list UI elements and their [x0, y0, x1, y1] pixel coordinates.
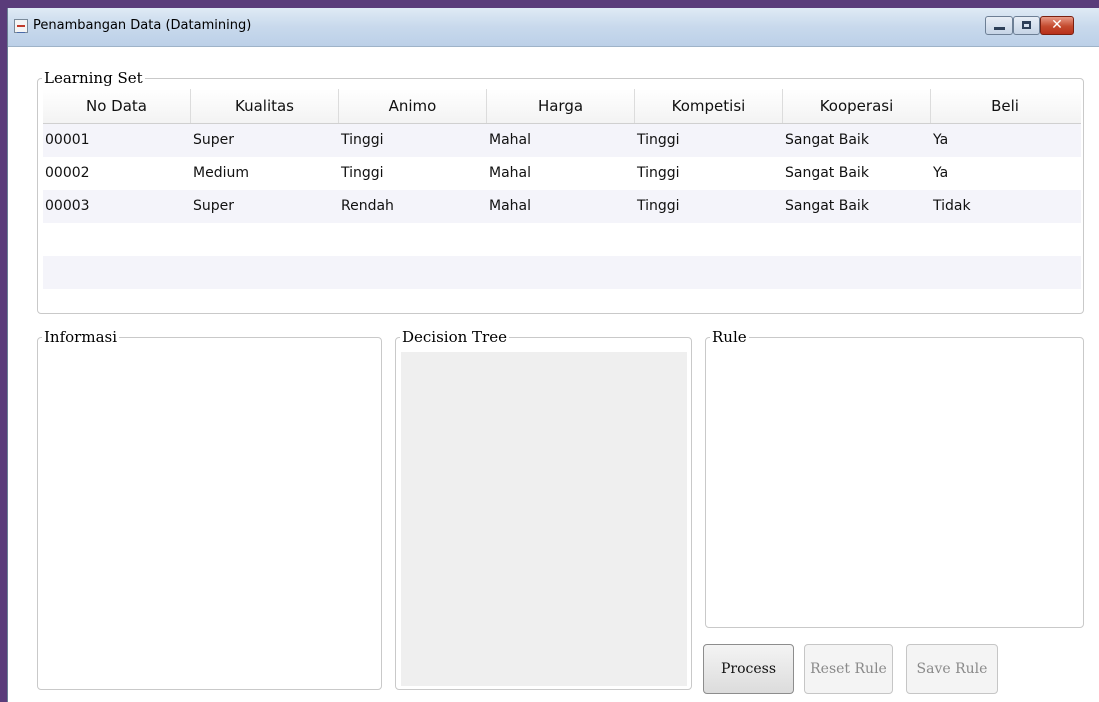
table-cell: 00002 — [45, 165, 90, 181]
table-cell: Tinggi — [341, 132, 384, 148]
java-app-icon[interactable] — [14, 19, 28, 33]
column-header-no-data[interactable]: No Data — [43, 89, 191, 123]
informasi-legend: Informasi — [42, 328, 120, 346]
maximize-icon — [1022, 21, 1031, 29]
table-cell: Rendah — [341, 198, 394, 214]
table-cell: Tidak — [933, 198, 971, 214]
decision-tree-canvas[interactable] — [401, 352, 687, 686]
close-icon: ✕ — [1051, 17, 1063, 33]
process-button[interactable]: Process — [703, 644, 794, 694]
table-cell: 00001 — [45, 132, 90, 148]
close-button[interactable]: ✕ — [1040, 16, 1074, 35]
table-cell: Tinggi — [637, 132, 680, 148]
column-header-kompetisi[interactable]: Kompetisi — [635, 89, 783, 123]
table-cell: Mahal — [489, 132, 531, 148]
table-row[interactable]: 00002 Medium Tinggi Mahal Tinggi Sangat … — [43, 157, 1081, 190]
column-header-harga[interactable]: Harga — [487, 89, 635, 123]
reset-rule-button[interactable]: Reset Rule — [804, 644, 893, 694]
rule-legend: Rule — [710, 328, 749, 346]
learning-set-legend: Learning Set — [42, 69, 145, 87]
table-cell: Ya — [933, 132, 949, 148]
table-row[interactable]: 00001 Super Tinggi Mahal Tinggi Sangat B… — [43, 124, 1081, 157]
table-cell: Super — [193, 198, 235, 214]
client-area: Learning Set No Data Kualitas Animo Harg… — [8, 47, 1099, 702]
table-cell: Ya — [933, 165, 949, 181]
column-header-beli[interactable]: Beli — [931, 89, 1079, 123]
column-header-kualitas[interactable]: Kualitas — [191, 89, 339, 123]
table-cell: Sangat Baik — [785, 165, 869, 181]
table-cell: 00003 — [45, 198, 90, 214]
app-window: Penambangan Data (Datamining) ✕ Learning… — [7, 8, 1099, 702]
table-row-empty — [43, 256, 1081, 289]
minimize-icon — [994, 27, 1005, 30]
table-cell: Mahal — [489, 198, 531, 214]
table-cell: Tinggi — [637, 165, 680, 181]
informasi-group: Informasi — [37, 328, 382, 690]
maximize-button[interactable] — [1013, 16, 1040, 35]
rule-group: Rule — [705, 328, 1084, 628]
table-cell: Sangat Baik — [785, 198, 869, 214]
table-cell: Mahal — [489, 165, 531, 181]
table-cell: Super — [193, 132, 235, 148]
table-row[interactable]: 00003 Super Rendah Mahal Tinggi Sangat B… — [43, 190, 1081, 223]
learning-set-table[interactable]: No Data Kualitas Animo Harga Kompetisi K… — [43, 89, 1081, 289]
save-rule-button[interactable]: Save Rule — [906, 644, 998, 694]
learning-set-group: Learning Set No Data Kualitas Animo Harg… — [37, 69, 1084, 314]
table-cell: Tinggi — [341, 165, 384, 181]
table-cell: Sangat Baik — [785, 132, 869, 148]
column-header-kooperasi[interactable]: Kooperasi — [783, 89, 931, 123]
table-cell: Tinggi — [637, 198, 680, 214]
decision-tree-group: Decision Tree — [395, 328, 692, 690]
column-header-animo[interactable]: Animo — [339, 89, 487, 123]
window-title: Penambangan Data (Datamining) — [33, 18, 252, 33]
decision-tree-legend: Decision Tree — [400, 328, 509, 346]
table-cell: Medium — [193, 165, 249, 181]
table-row-empty — [43, 223, 1081, 256]
title-bar[interactable]: Penambangan Data (Datamining) ✕ — [8, 8, 1099, 47]
table-header: No Data Kualitas Animo Harga Kompetisi K… — [43, 89, 1081, 124]
minimize-button[interactable] — [985, 16, 1013, 35]
